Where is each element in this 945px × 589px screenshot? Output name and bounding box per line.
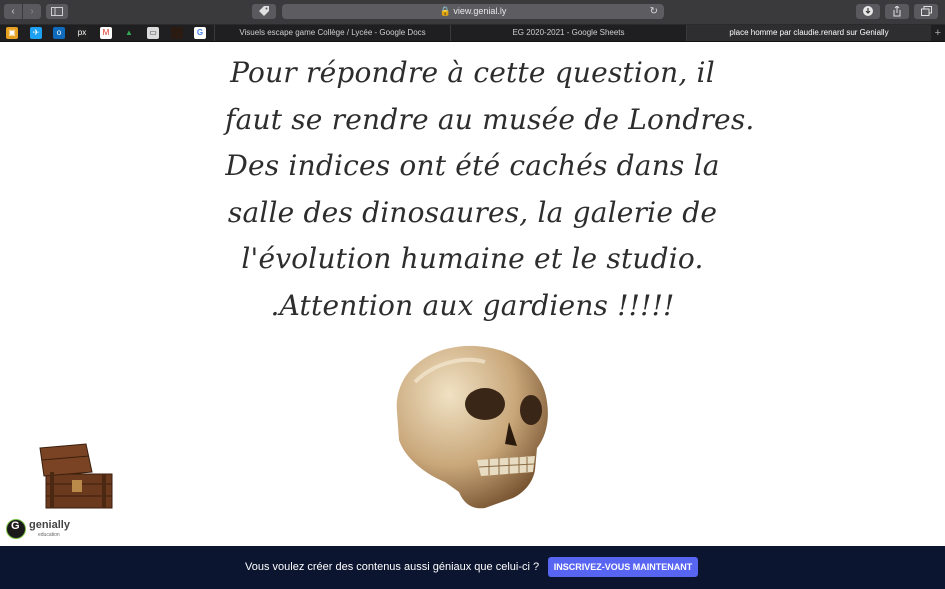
tab-google-docs[interactable]: Visuels escape game Collège / Lycée - Go…: [214, 25, 450, 41]
download-icon: [863, 6, 873, 16]
riddle-line: faut se rendre au musée de Londres.: [225, 102, 755, 136]
outlook-icon[interactable]: o: [53, 27, 65, 39]
signup-banner: Vous voulez créer des contenus aussi gén…: [0, 546, 945, 589]
brand-name: genially: [29, 519, 70, 531]
riddle-text: Pour répondre à cette question, il faut …: [225, 50, 755, 329]
banner-message: Vous voulez créer des contenus aussi gén…: [245, 561, 540, 573]
riddle-line: Pour répondre à cette question, il: [230, 56, 715, 89]
genially-logo[interactable]: G genially education: [4, 516, 84, 542]
show-tabs-button[interactable]: [914, 4, 938, 19]
browser-toolbar: ‹ › 🔒 view.genial.ly ↻: [0, 0, 945, 25]
genially-page: Pour répondre à cette question, il faut …: [0, 42, 945, 546]
dark-icon[interactable]: [171, 27, 183, 39]
downloads-button[interactable]: [856, 4, 880, 19]
sidebar-toggle-button[interactable]: [46, 4, 68, 19]
tab-google-sheets[interactable]: EG 2020-2021 - Google Sheets: [450, 25, 686, 41]
treasure-chest-image[interactable]: [36, 442, 114, 510]
tab-bar: ▣ ✈ o px M ▲ ▭ G Visuels escape game Col…: [0, 25, 945, 42]
twitter-icon[interactable]: ✈: [30, 27, 42, 39]
url-text: 🔒 view.genial.ly: [282, 4, 664, 19]
classroom-icon[interactable]: ▭: [147, 27, 159, 39]
signup-button[interactable]: INSCRIVEZ-VOUS MAINTENANT: [548, 557, 698, 577]
tabs-icon: [920, 6, 932, 16]
skull-image[interactable]: [385, 342, 560, 512]
reload-icon[interactable]: ↻: [650, 4, 658, 19]
genially-g-glyph: G: [11, 520, 20, 532]
google-icon[interactable]: G: [194, 27, 206, 39]
riddle-line: l'évolution humaine et le studio.: [241, 242, 704, 275]
url-value: view.genial.ly: [453, 6, 507, 16]
new-tab-icon[interactable]: +: [935, 25, 941, 41]
bookmark-icon[interactable]: ▣: [6, 27, 18, 39]
tag-icon: [259, 6, 269, 16]
riddle-line: Des indices ont été cachés dans la: [225, 149, 720, 182]
drive-icon[interactable]: ▲: [123, 27, 135, 39]
brand-sub: education: [38, 532, 60, 538]
share-button[interactable]: [885, 4, 909, 19]
riddle-line: .Attention aux gardiens !!!!!: [270, 288, 675, 322]
address-bar[interactable]: 🔒 view.genial.ly ↻: [282, 4, 664, 19]
riddle-line: salle des dinosaures, la galerie de: [227, 195, 718, 229]
pix-icon[interactable]: px: [76, 27, 88, 39]
tag-button[interactable]: [252, 4, 276, 19]
back-button[interactable]: ‹: [4, 4, 22, 19]
sidebar-icon: [51, 7, 63, 16]
lock-icon: 🔒: [439, 6, 451, 16]
forward-button[interactable]: ›: [23, 4, 41, 19]
share-icon: [893, 5, 901, 17]
tab-genially[interactable]: place homme par claudie.renard sur Genia…: [686, 25, 931, 41]
gmail-icon[interactable]: M: [100, 27, 112, 39]
